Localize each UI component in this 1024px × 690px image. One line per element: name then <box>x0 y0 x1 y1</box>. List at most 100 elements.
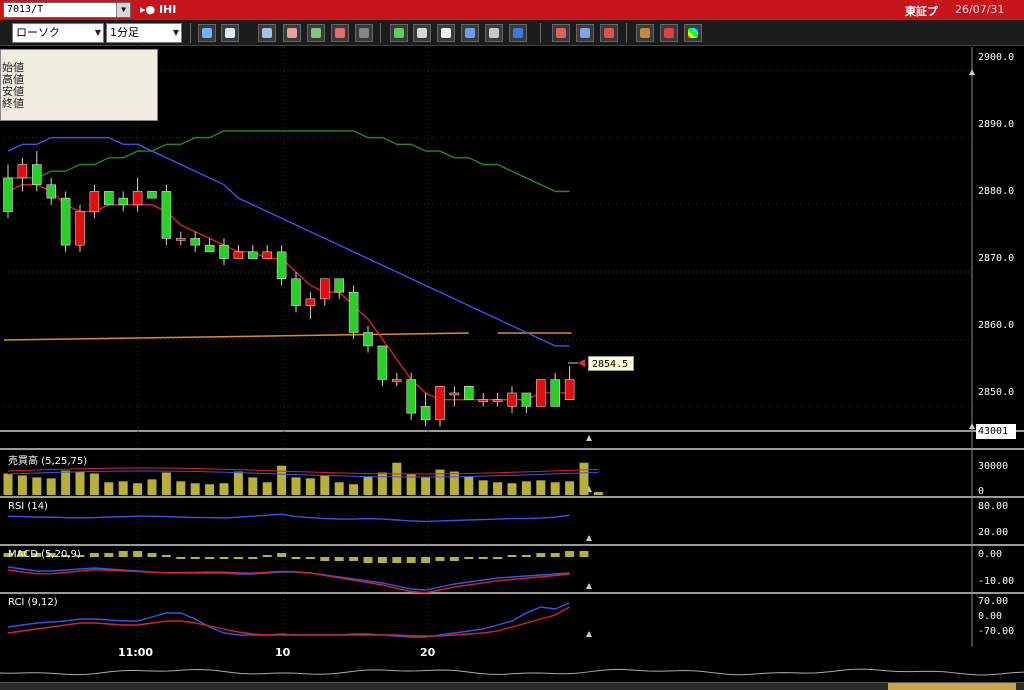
macd-histogram-bar <box>565 551 575 557</box>
candle-down <box>161 191 172 239</box>
search-chart-icon[interactable] <box>283 24 301 42</box>
scrollbar-thumb[interactable] <box>888 683 1016 690</box>
candle-down <box>3 177 13 212</box>
macd-histogram-bar <box>349 557 359 561</box>
candle-up <box>17 164 28 179</box>
price-chart[interactable] <box>0 47 1024 690</box>
stock-name: ▸● IHI <box>140 3 177 16</box>
price-tick-label: 2860.0 <box>978 320 1015 331</box>
volume-bar <box>421 477 431 495</box>
macd-tick-label: 0.00 <box>978 549 1003 560</box>
period-next-icon[interactable] <box>576 24 594 42</box>
chevron-down-icon: ▼ <box>172 28 179 37</box>
candle-down <box>420 406 431 421</box>
volume-bar <box>291 477 301 495</box>
macd-histogram-bar <box>363 557 373 563</box>
time-tick-label: 11:00 <box>118 646 154 659</box>
rci-long-line <box>7 606 570 637</box>
macd-histogram-bar <box>118 551 128 557</box>
save-icon[interactable] <box>509 24 527 42</box>
zoom-icon[interactable] <box>198 24 216 42</box>
compare-icon[interactable] <box>331 24 349 42</box>
macd-histogram-bar <box>507 555 517 557</box>
price-tick-label: 2850.0 <box>978 387 1015 398</box>
volume-bar <box>579 462 589 495</box>
chart-type-select[interactable]: ローソク ▼ <box>12 23 104 43</box>
volume-current-badge: 43001 <box>976 424 1016 439</box>
candle-up <box>507 392 517 407</box>
volume-bar <box>161 472 171 495</box>
volume-bar <box>75 471 85 495</box>
volume-tick-label: 30000 <box>978 461 1009 472</box>
candle-up <box>320 278 330 300</box>
volume-bar <box>406 474 416 495</box>
candle-down <box>348 291 359 333</box>
macd-histogram-bar <box>277 553 287 557</box>
period-prev-icon[interactable] <box>552 24 570 42</box>
time-tick-label: 10 <box>275 646 291 659</box>
candle-down <box>147 191 157 199</box>
candle-up <box>564 379 575 400</box>
macd-histogram-bar <box>104 553 114 557</box>
print-icon[interactable] <box>485 24 503 42</box>
macd-signal-line <box>7 569 570 594</box>
rci-tick-label: 70.00 <box>978 596 1009 607</box>
toolbar-divider <box>190 23 191 43</box>
candle-up <box>132 191 143 206</box>
stock-name-text: IHI <box>158 3 177 16</box>
bar-chart-icon[interactable] <box>307 24 325 42</box>
cursor-icon[interactable] <box>437 24 455 42</box>
scroll-marker-icon <box>586 583 592 589</box>
volume-bar <box>449 471 459 495</box>
pen-icon[interactable] <box>390 24 408 42</box>
chart-area[interactable] <box>0 47 1024 690</box>
window-icon[interactable] <box>221 24 239 42</box>
trendline-icon[interactable] <box>413 24 431 42</box>
timeframe-select[interactable]: 1分足 ▼ <box>106 23 182 43</box>
macd-histogram-bar <box>435 557 445 561</box>
symbol-text: 7013/T <box>7 4 44 15</box>
candle-up <box>392 379 402 382</box>
macd-histogram-bar <box>449 557 459 561</box>
undo-icon[interactable] <box>461 24 479 42</box>
all-period-icon[interactable] <box>600 24 618 42</box>
gear-icon[interactable] <box>636 24 654 42</box>
macd-histogram-bar <box>464 557 474 559</box>
brush-icon[interactable] <box>660 24 678 42</box>
ma-short-line <box>7 183 570 401</box>
volume-bar <box>478 480 488 495</box>
volume-bar <box>392 462 402 495</box>
settings-icon[interactable] <box>355 24 373 42</box>
info-open: 始値 <box>2 61 24 74</box>
candle-down <box>464 385 474 400</box>
price-tick-label: 2870.0 <box>978 253 1015 264</box>
candle-down <box>32 164 42 185</box>
download-icon[interactable] <box>258 24 276 42</box>
macd-histogram-bar <box>147 553 157 557</box>
horizontal-scrollbar[interactable] <box>0 682 1024 690</box>
color-palette-icon[interactable] <box>684 24 702 42</box>
macd-histogram-bar <box>190 557 200 559</box>
chevron-down-icon[interactable]: ▼ <box>116 3 130 17</box>
macd-histogram-bar <box>89 553 99 557</box>
panel-divider <box>0 496 1024 498</box>
volume-bar <box>219 483 229 495</box>
price-tick-label: 2900.0 <box>978 52 1015 63</box>
candle-down <box>334 278 344 293</box>
toolbar-divider <box>540 23 541 43</box>
symbol-input[interactable]: 7013/T ▼ <box>3 2 131 18</box>
candle-down <box>46 184 56 199</box>
volume-bar <box>104 482 114 495</box>
volume-bar <box>334 482 344 495</box>
volume-bar <box>363 476 373 495</box>
candle-up <box>305 298 316 306</box>
volume-bar <box>233 471 243 495</box>
volume-bar <box>176 481 186 495</box>
candle-down <box>104 191 114 206</box>
candle-down <box>248 251 258 259</box>
macd-histogram-bar <box>219 557 229 559</box>
rsi-tick-label: 80.00 <box>978 501 1009 512</box>
macd-histogram-bar <box>421 557 431 563</box>
volume-bar <box>377 472 387 495</box>
scroll-marker-icon <box>969 69 975 75</box>
